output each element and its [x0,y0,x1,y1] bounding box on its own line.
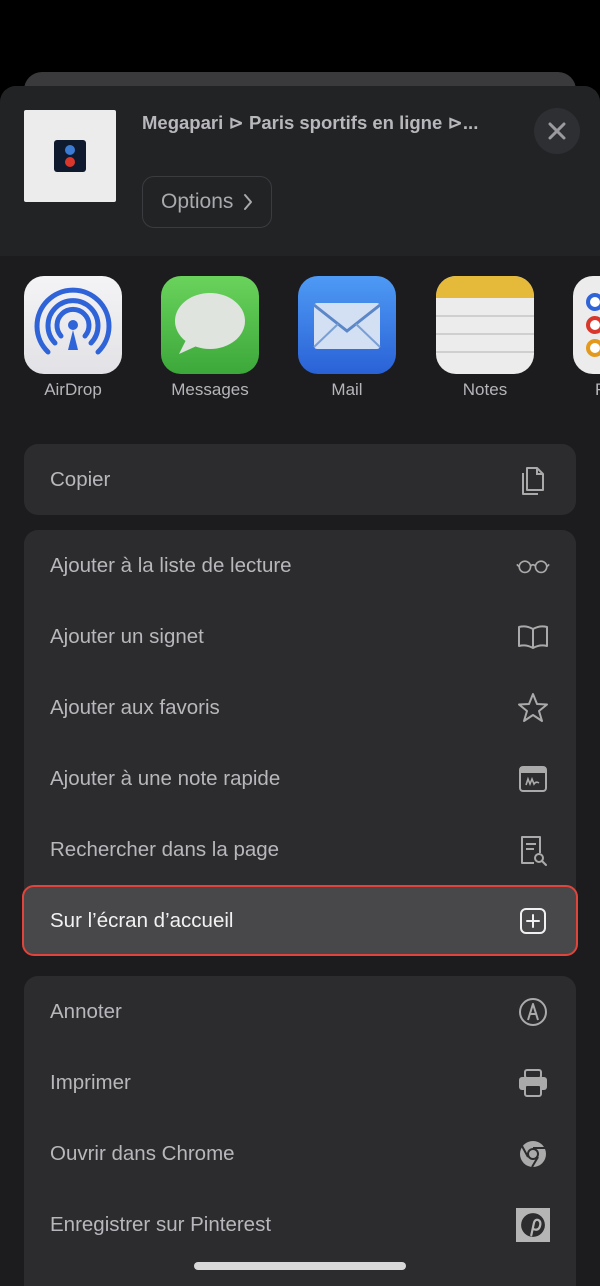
action-label: Copier [50,467,111,491]
app-notes[interactable]: Notes [436,276,534,400]
share-sheet: Megapari ⊳ Paris sportifs en ligne ⊳... … [0,86,600,1286]
action-label: Rechercher dans la page [50,837,280,861]
mail-icon [298,276,396,374]
app-label: R [573,380,600,400]
reminders-icon [573,276,600,374]
copy-icon [516,463,550,497]
action-open-in-chrome[interactable]: Ouvrir dans Chrome [24,1118,576,1189]
site-logo [54,140,86,172]
action-markup[interactable]: Annoter [24,976,576,1047]
action-label: Annoter [50,999,122,1023]
action-label: Ajouter à une note rapide [50,766,281,790]
action-bookmark[interactable]: Ajouter un signet [24,601,576,672]
close-icon [548,122,566,140]
action-copy[interactable]: Copier [24,444,576,515]
glasses-icon [516,549,550,583]
page-title: Megapari ⊳ Paris sportifs en ligne ⊳... [142,112,479,133]
action-reading-list[interactable]: Ajouter à la liste de lecture [24,530,576,601]
options-label: Options [161,190,234,213]
notes-icon [436,276,534,374]
app-airdrop[interactable]: AirDrop [24,276,122,400]
messages-icon [161,276,259,374]
markup-icon [516,995,550,1029]
app-row: AirDrop Messages Mail Notes [0,276,600,406]
find-in-page-icon [516,833,550,867]
airdrop-icon [24,276,122,374]
close-button[interactable] [534,108,580,154]
star-icon [516,691,550,725]
action-print[interactable]: Imprimer [24,1047,576,1118]
app-mail[interactable]: Mail [298,276,396,400]
printer-icon [516,1066,550,1100]
share-header: Megapari ⊳ Paris sportifs en ligne ⊳... … [0,86,600,256]
action-label: Ouvrir dans Chrome [50,1141,235,1165]
action-group-other: Annoter Imprimer Ouvrir dans Chrome Enre… [24,976,576,1286]
add-square-icon [516,904,550,938]
site-thumbnail [24,110,116,202]
app-reminders[interactable]: R [573,276,600,400]
options-button[interactable]: Options [142,176,273,228]
app-label: Mail [331,380,363,399]
action-label: Imprimer [50,1070,131,1094]
app-label: AirDrop [44,380,102,399]
app-label: Notes [462,380,508,399]
action-label: Sur l’écran d’accueil [50,908,234,932]
action-save-to-pinterest[interactable]: Enregistrer sur Pinterest [24,1189,576,1260]
app-messages[interactable]: Messages [161,276,259,400]
action-label: Ajouter à la liste de lecture [50,553,292,577]
home-indicator[interactable] [194,1262,406,1270]
chrome-icon [516,1137,550,1171]
quick-note-icon [516,762,550,796]
action-group-page: Ajouter à la liste de lecture Ajouter un… [22,530,578,956]
action-add-to-home-screen[interactable]: Sur l’écran d’accueil [22,885,578,956]
action-find-in-page[interactable]: Rechercher dans la page [24,814,576,885]
action-label: Ajouter un signet [50,624,204,648]
action-label: Ajouter aux favoris [50,695,220,719]
book-icon [516,620,550,654]
action-favorites[interactable]: Ajouter aux favoris [24,672,576,743]
app-label: Messages [171,380,249,399]
chevron-right-icon [244,194,253,210]
action-group-copy: Copier [24,444,576,515]
action-label: Enregistrer sur Pinterest [50,1212,272,1236]
action-quick-note[interactable]: Ajouter à une note rapide [24,743,576,814]
pinterest-icon [516,1207,550,1242]
